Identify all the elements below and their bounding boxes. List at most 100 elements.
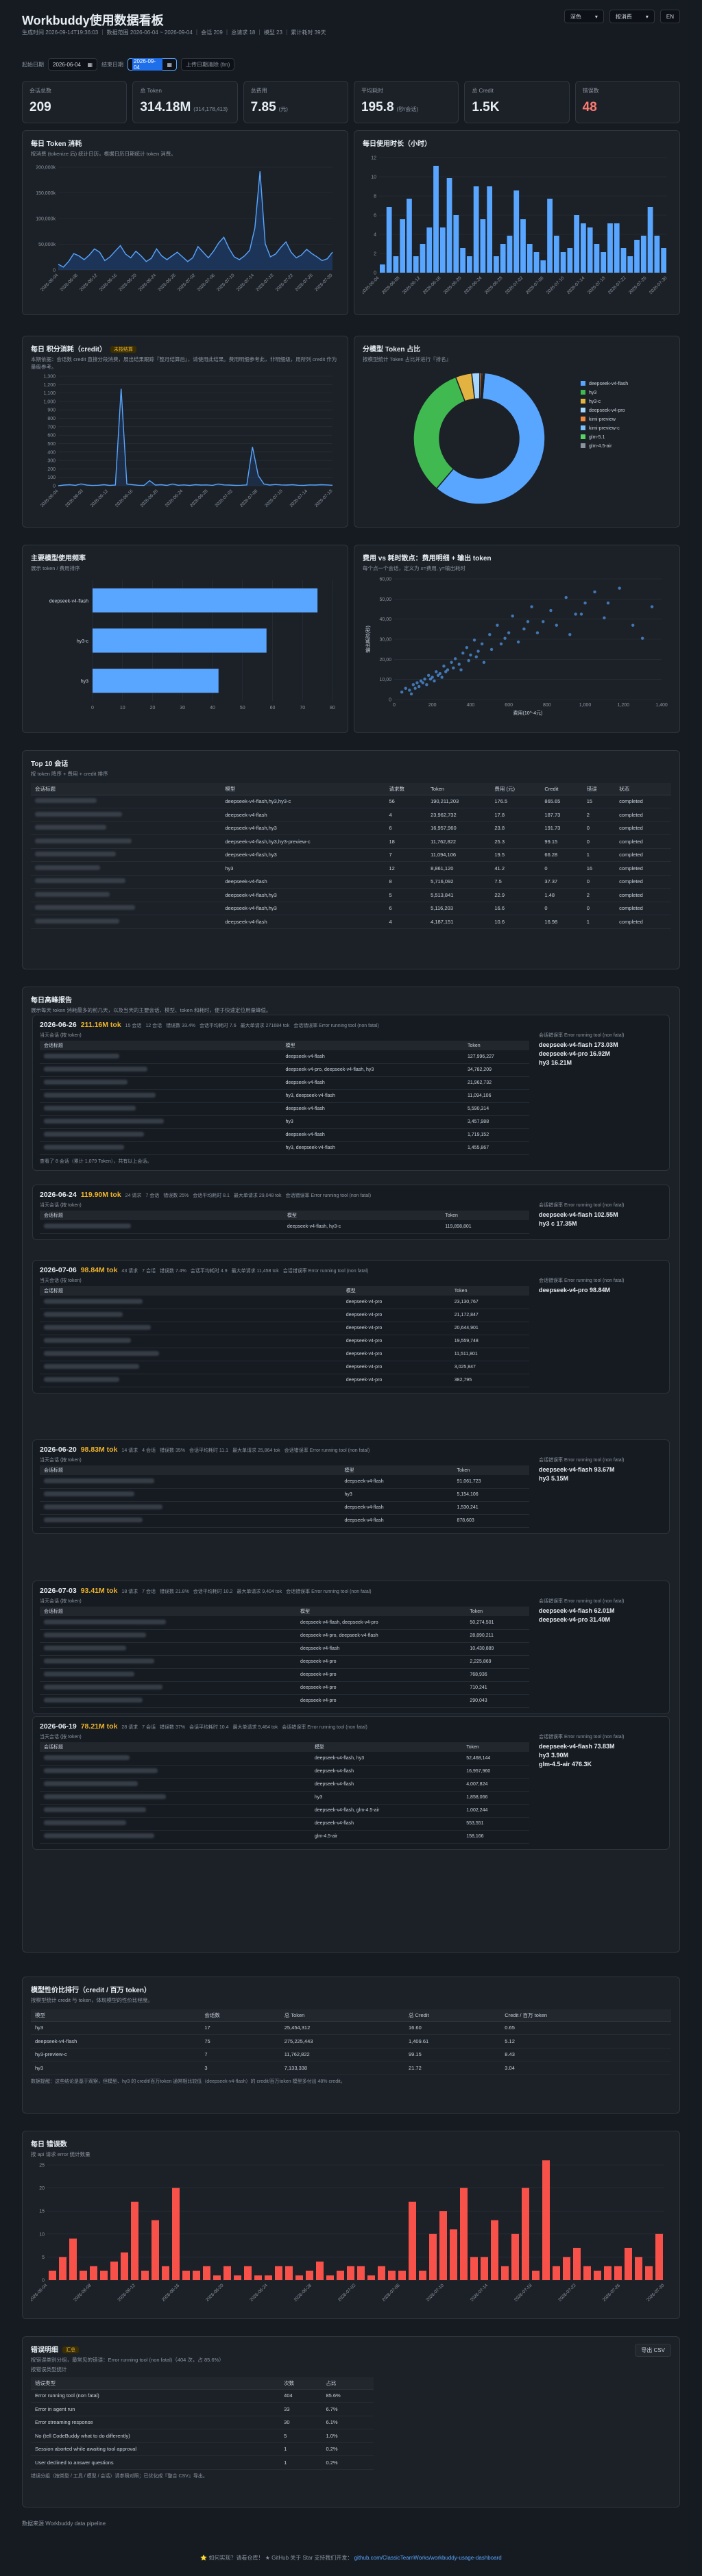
cell: 33 [280, 2402, 322, 2416]
hours-bar [487, 186, 493, 273]
table-row[interactable]: deepseek-v4-flash,hy3,hy3-c 56 190,211,203… [31, 795, 671, 808]
table-row[interactable]: deepseek-v4-pro 768,936 [40, 1668, 529, 1682]
start-date-input[interactable]: 2026-06-04 ▦ [48, 58, 97, 71]
table-row[interactable]: hy3 5,154,106 [40, 1488, 529, 1502]
redacted-title [44, 1119, 164, 1124]
cell: 1,719,152 [463, 1128, 529, 1142]
error-bar [203, 2266, 210, 2280]
cell-err: 15 [582, 795, 616, 808]
table-row[interactable]: deepseek-v4-pro 382,795 [40, 1374, 529, 1387]
y-tick-label: 50,00 [379, 597, 391, 602]
table-row[interactable]: deepseek-v4-pro, deepseek-v4-flash, hy3 3… [40, 1063, 529, 1077]
error-bar [625, 2247, 632, 2280]
table-row[interactable]: hy3, deepseek-v4-flash 1,455,867 [40, 1141, 529, 1155]
cell-credit: 0 [540, 861, 583, 876]
table-row[interactable]: hy3 12 8,861,120 41.2 0 16 completed [31, 861, 671, 876]
status-badge: 未按结算 [110, 346, 137, 353]
model-frequency-chart: 0 10 20 30 40 50 60 70 80 deepseek-v4-flash hy3-c h… [49, 580, 335, 710]
table-row[interactable]: deepseek-v4-flash 91,061,723 [40, 1475, 529, 1489]
column-header: Token [426, 783, 491, 795]
export-csv-button[interactable]: 导出 CSV [635, 2344, 671, 2357]
day-models: 会话错误率 Error running tool (non fatal) deep… [539, 1032, 662, 1165]
table-row[interactable]: deepseek-v4-pro 2,225,869 [40, 1655, 529, 1669]
table-row[interactable]: hy3, deepseek-v4-flash 11,094,106 [40, 1089, 529, 1103]
column-header: 错误 [582, 783, 616, 795]
session-title [31, 915, 221, 929]
table-row[interactable]: deepseek-v4-flash, deepseek-v4-pro 50,274… [40, 1616, 529, 1630]
clear-date-button[interactable]: 上传日期清除 (fm) [181, 58, 235, 71]
x-tick-label: 2026-06-08 [64, 488, 84, 508]
cell-req: 4 [385, 808, 427, 822]
table-row[interactable]: deepseek-v4-pro 19,559,748 [40, 1335, 529, 1348]
table-row[interactable]: deepseek-v4-flash 10,430,889 [40, 1642, 529, 1656]
error-bar [614, 2266, 622, 2280]
scatter-point [453, 657, 457, 660]
hours-bar [547, 199, 553, 273]
table-row[interactable]: deepseek-v4-flash,hy3 6 5,116,203 16.6 0 0 com… [31, 902, 671, 915]
y-tick-label: 20 [39, 2186, 45, 2191]
github-link[interactable]: github.com/ClassicTeamWorks/workbuddy-us… [354, 2555, 502, 2561]
table-row[interactable]: deepseek-v4-flash 5,590,314 [40, 1102, 529, 1116]
table-row[interactable]: deepseek-v4-flash 4 4,187,151 10.6 16.98 1 com… [31, 915, 671, 929]
redacted-title [44, 1093, 156, 1098]
table-row[interactable]: deepseek-v4-flash 553,551 [40, 1817, 529, 1831]
cell: 50,274,501 [465, 1616, 529, 1630]
x-tick-label: 2026-06-24 [249, 2283, 269, 2303]
table-row[interactable]: deepseek-v4-pro 3,025,847 [40, 1361, 529, 1374]
table-row[interactable]: deepseek-v4-flash 8 5,716,092 7.5 37.37 0 comp… [31, 875, 671, 889]
table-row[interactable]: deepseek-v4-flash,hy3 5 5,513,841 22.9 1.48 2… [31, 888, 671, 902]
table-row[interactable]: deepseek-v4-pro, deepseek-v4-flash 28,890… [40, 1629, 529, 1643]
table-row[interactable]: deepseek-v4-pro 20,644,901 [40, 1322, 529, 1335]
table-row[interactable]: deepseek-v4-flash 127,996,227 [40, 1050, 529, 1064]
cell-credit: 187.73 [540, 808, 583, 822]
table-row[interactable]: deepseek-v4-flash,hy3 7 11,094,106 19.5 66.2… [31, 848, 671, 862]
end-date-input[interactable]: 2026-09-04 ▦ [128, 58, 177, 71]
y-tick-label: 300 [47, 459, 56, 464]
lang-button[interactable]: EN [659, 10, 680, 23]
cell-err: 1 [582, 848, 616, 862]
cell-token: 11,094,106 [426, 848, 491, 862]
credit-area [58, 388, 332, 486]
card-title: Top 10 会话 [31, 760, 69, 768]
cell-model: deepseek-v4-flash,hy3 [221, 848, 385, 862]
cell-model: deepseek-v4-flash [221, 915, 385, 929]
table-row[interactable]: deepseek-v4-pro 290,043 [40, 1694, 529, 1708]
table-row[interactable]: deepseek-v4-flash 4,007,824 [40, 1778, 529, 1792]
session-title [40, 1752, 311, 1766]
x-tick-label: 20 [150, 706, 156, 710]
y-tick-label: 2 [374, 252, 376, 257]
scatter-point [411, 683, 415, 686]
cell: 85.6% [322, 2389, 374, 2403]
cell-req: 6 [385, 821, 427, 835]
table-row[interactable]: deepseek-v4-flash 878,603 [40, 1514, 529, 1528]
table-row[interactable]: deepseek-v4-pro 710,241 [40, 1681, 529, 1695]
table-row[interactable]: deepseek-v4-flash 4 23,962,732 17.8 187.73 2 c… [31, 808, 671, 822]
day-table: 会话标题 模型 Token deepseek-v4-flash 91,061,723 hy… [40, 1465, 529, 1528]
start-date-value: 2026-06-04 [53, 61, 81, 68]
y-tick-label: 1,000 [43, 399, 56, 404]
theme-select[interactable]: 深色 ▾ [564, 10, 604, 23]
table-row[interactable]: hy3 1,858,066 [40, 1791, 529, 1805]
table-row[interactable]: deepseek-v4-flash 21,962,732 [40, 1076, 529, 1090]
sort-select[interactable]: 按消费 ▾ [609, 10, 655, 23]
table-row[interactable]: deepseek-v4-flash 1,719,152 [40, 1128, 529, 1142]
x-tick-label: 2026-06-28 [189, 488, 209, 508]
cell: deepseek-v4-pro [296, 1668, 466, 1682]
table-row[interactable]: deepseek-v4-flash, glm-4.5-air 1,002,244 [40, 1804, 529, 1818]
table-row[interactable]: deepseek-v4-flash,hy3 6 16,957,960 23.8 191.… [31, 821, 671, 835]
day-label: 当天会话 (按 token) [40, 1278, 82, 1283]
table-row[interactable]: deepseek-v4-flash, hy3 52,468,144 [40, 1752, 529, 1766]
table-row[interactable]: deepseek-v4-pro 11,511,801 [40, 1348, 529, 1361]
table-row[interactable]: hy3 3,457,988 [40, 1115, 529, 1129]
table-row[interactable]: glm-4.5-air 158,166 [40, 1830, 529, 1844]
table-row[interactable]: deepseek-v4-flash 16,957,960 [40, 1765, 529, 1779]
table-row[interactable]: deepseek-v4-flash 1,530,241 [40, 1501, 529, 1515]
calendar-icon: ▦ [87, 61, 93, 68]
table-row[interactable]: deepseek-v4-pro 23,130,767 [40, 1296, 529, 1309]
table-row[interactable]: deepseek-v4-flash, hy3-c 119,898,801 [40, 1220, 529, 1234]
redacted-title [35, 918, 119, 924]
table-row[interactable]: deepseek-v4-flash,hy3,hy3-preview-c 18 11,… [31, 834, 671, 849]
kpi-unit: (元) [278, 106, 288, 112]
hours-bar [466, 256, 472, 273]
table-row[interactable]: deepseek-v4-pro 21,172,847 [40, 1309, 529, 1322]
